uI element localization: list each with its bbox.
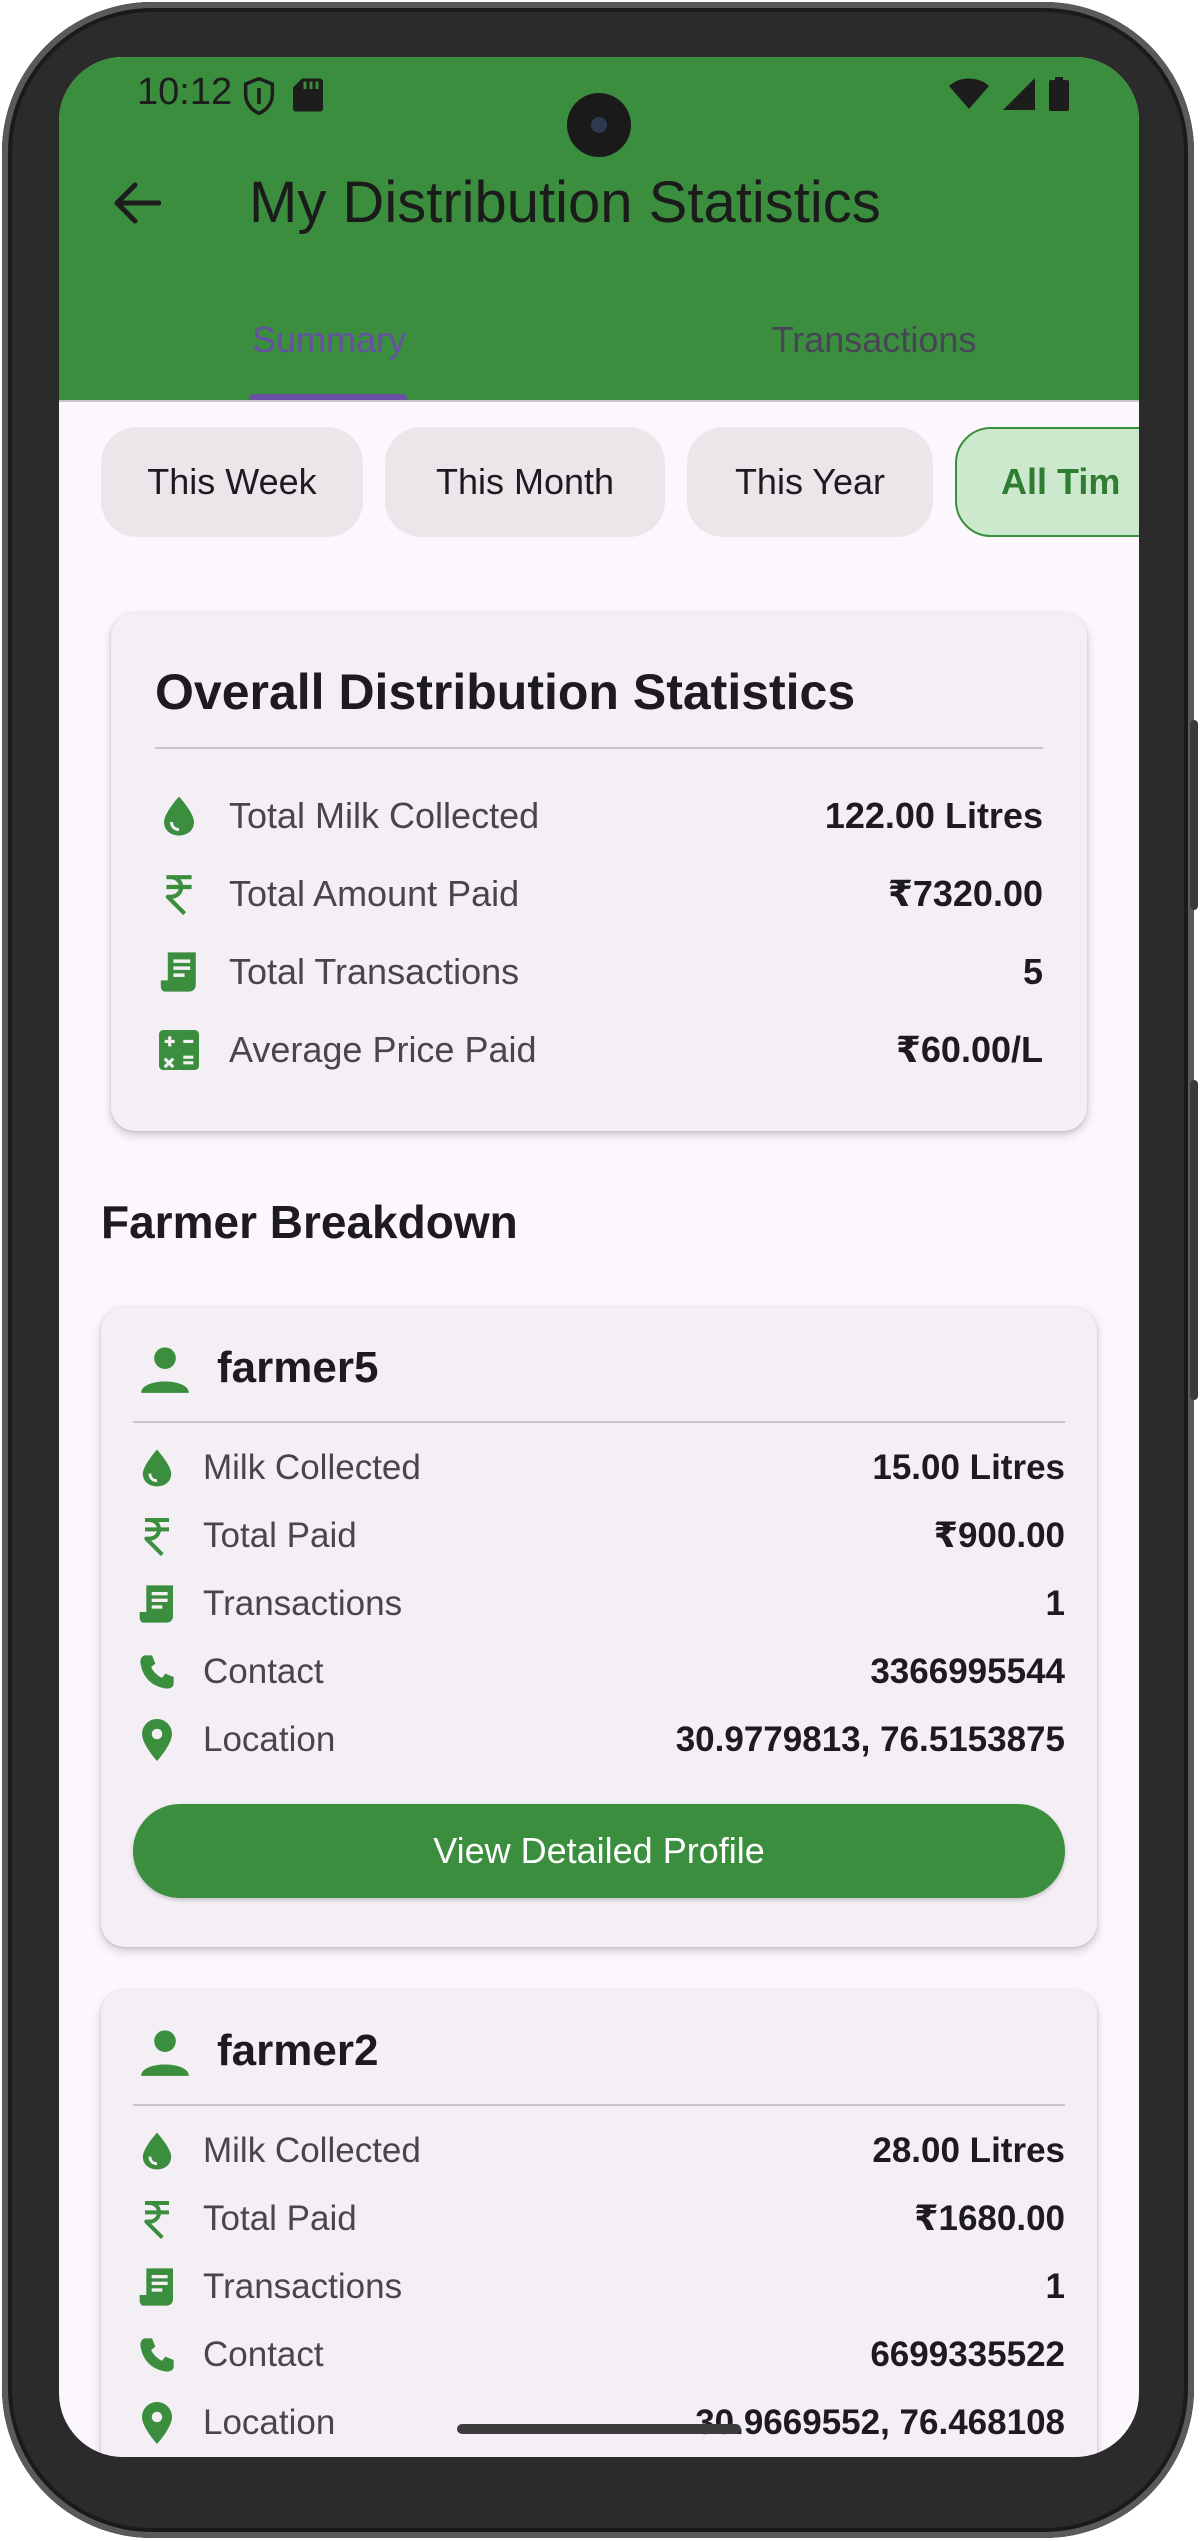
power-button [1190, 720, 1198, 910]
water-drop-icon [133, 2127, 181, 2175]
section-title: Farmer Breakdown [101, 1196, 518, 1248]
water-drop-icon [155, 792, 203, 840]
person-icon [139, 1343, 191, 1395]
farmer-row-label: Contact [203, 2335, 324, 2374]
app-bar: 10:12 My Distribution Statistics Summary… [59, 57, 1139, 402]
person-icon [139, 2026, 191, 2078]
farmer-row-milk: Milk Collected 15.00 Litres [133, 1443, 1065, 1493]
card-divider [155, 747, 1043, 749]
phone-icon [133, 1648, 181, 1696]
status-icons-left [243, 76, 323, 120]
stat-row-amount: Total Amount Paid ₹7320.00 [155, 869, 1043, 919]
farmer-row-contact: Contact 3366995544 [133, 1647, 1065, 1697]
water-drop-icon [133, 1444, 181, 1492]
stat-label: Total Amount Paid [229, 873, 520, 914]
farmer-row-transactions: Transactions 1 [133, 2262, 1065, 2312]
stat-row-transactions: Total Transactions 5 [155, 947, 1043, 997]
farmer-name: farmer5 [217, 1343, 379, 1392]
volume-button [1190, 1080, 1198, 1400]
stat-label: Average Price Paid [229, 1029, 537, 1070]
overall-stats-title: Overall Distribution Statistics [155, 664, 856, 720]
rupee-icon [133, 2195, 181, 2243]
farmer-row-label: Transactions [203, 2267, 403, 2306]
farmer-row-label: Location [203, 1720, 336, 1759]
farmer-card: farmer5 Milk Collected 15.00 Litres Tota… [101, 1307, 1097, 1947]
farmer-row-milk: Milk Collected 28.00 Litres [133, 2126, 1065, 2176]
card-divider [133, 1421, 1065, 1423]
receipt-icon [155, 948, 203, 996]
farmer-row-location: Location 30.9779813, 76.5153875 [133, 1715, 1065, 1765]
signal-icon [1003, 78, 1035, 115]
phone-icon [133, 2331, 181, 2379]
stat-value: ₹60.00/L [895, 1029, 1043, 1070]
chip-this-week[interactable]: This Week [101, 427, 363, 537]
farmer-row-value: 6699335522 [870, 2335, 1065, 2374]
tab-transactions[interactable]: Transactions [759, 319, 989, 361]
calculator-icon [155, 1026, 203, 1074]
chip-all-time[interactable]: All Tim [955, 427, 1139, 537]
chip-this-month[interactable]: This Month [385, 427, 665, 537]
farmer-row-value: 28.00 Litres [872, 2131, 1065, 2170]
status-time: 10:12 [137, 71, 233, 113]
stat-label: Total Milk Collected [229, 795, 540, 836]
tab-divider [59, 400, 1139, 402]
home-indicator[interactable] [457, 2424, 741, 2434]
farmer-row-label: Transactions [203, 1584, 403, 1623]
front-camera [567, 93, 631, 157]
farmer-row-label: Total Paid [203, 1516, 357, 1555]
stat-value: ₹7320.00 [887, 873, 1043, 914]
back-arrow-icon[interactable] [101, 167, 173, 239]
tab-summary[interactable]: Summary [249, 319, 409, 361]
farmer-row-label: Contact [203, 1652, 324, 1691]
shield-icon [243, 76, 275, 120]
farmer-row-label: Milk Collected [203, 2131, 421, 2170]
farmer-row-value: 30.9779813, 76.5153875 [675, 1720, 1065, 1759]
farmer-row-paid: Total Paid ₹1680.00 [133, 2194, 1065, 2244]
farmer-row-label: Milk Collected [203, 1448, 421, 1487]
battery-icon [1049, 77, 1069, 116]
rupee-icon [133, 1512, 181, 1560]
rupee-icon [155, 870, 203, 918]
location-pin-icon [133, 1716, 181, 1764]
farmer-name: farmer2 [217, 2026, 379, 2075]
wifi-icon [949, 78, 989, 115]
stat-row-milk: Total Milk Collected 122.00 Litres [155, 791, 1043, 841]
filter-chips: This Week This Month This Year All Tim [101, 427, 1139, 537]
farmer-row-value: 30.9669552, 76.468108 [695, 2403, 1065, 2442]
farmer-row-value: 15.00 Litres [872, 1448, 1065, 1487]
stat-label: Total Transactions [229, 951, 520, 992]
farmer-row-value: 1 [1045, 1584, 1065, 1623]
farmer-row-value: ₹1680.00 [914, 2199, 1065, 2238]
farmer-row-value: 1 [1045, 2267, 1065, 2306]
farmer-row-value: 3366995544 [870, 1652, 1065, 1691]
farmer-card: farmer2 Milk Collected 28.00 Litres Tota… [101, 1990, 1097, 2457]
stat-value: 122.00 Litres [824, 795, 1043, 836]
receipt-icon [133, 1580, 181, 1628]
farmer-row-location: Location 30.9669552, 76.468108 [133, 2398, 1065, 2448]
farmer-row-value: ₹900.00 [933, 1516, 1065, 1555]
farmer-row-label: Total Paid [203, 2199, 357, 2238]
farmer-row-contact: Contact 6699335522 [133, 2330, 1065, 2380]
location-pin-icon [133, 2399, 181, 2447]
farmer-row-transactions: Transactions 1 [133, 1579, 1065, 1629]
farmer-row-paid: Total Paid ₹900.00 [133, 1511, 1065, 1561]
status-icons-right [949, 77, 1069, 116]
chip-this-year[interactable]: This Year [687, 427, 933, 537]
page-title: My Distribution Statistics [249, 170, 881, 235]
sd-card-icon [293, 77, 323, 120]
card-divider [133, 2104, 1065, 2106]
farmer-row-label: Location [203, 2403, 336, 2442]
receipt-icon [133, 2263, 181, 2311]
screen: 10:12 My Distribution Statistics Summary… [59, 57, 1139, 2457]
view-detailed-profile-button[interactable]: View Detailed Profile [133, 1804, 1065, 1898]
overall-stats-card: Overall Distribution Statistics Total Mi… [111, 613, 1087, 1131]
stat-row-average: Average Price Paid ₹60.00/L [155, 1025, 1043, 1075]
stat-value: 5 [1022, 951, 1043, 992]
